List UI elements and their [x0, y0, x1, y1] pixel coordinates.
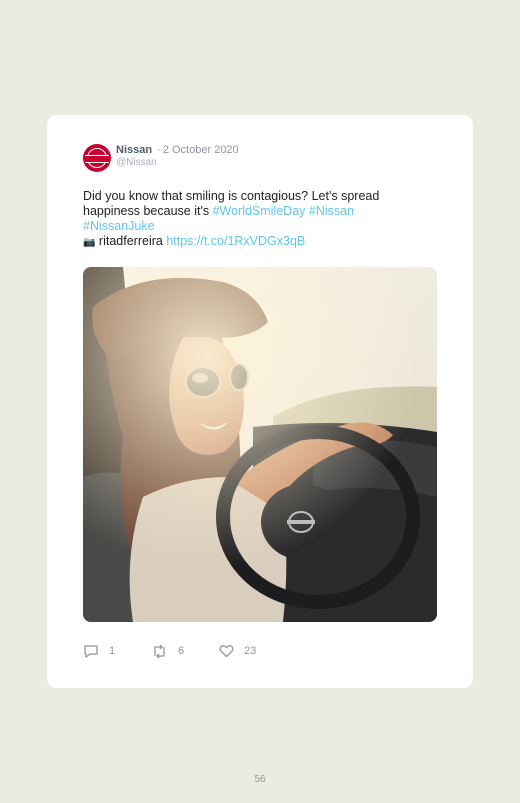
like-button[interactable]: 23	[219, 644, 256, 658]
tweet-actions: 1 6 23	[83, 643, 256, 659]
tweet-header: Nissan · 2 October 2020	[116, 144, 239, 156]
page-number: 56	[254, 774, 266, 785]
woman-driving-photo[interactable]	[83, 267, 437, 622]
retweet-icon	[154, 644, 165, 658]
text-line-2: happiness because it's	[83, 204, 213, 218]
reply-icon	[84, 644, 98, 658]
tweet-date[interactable]: 2 October 2020	[163, 144, 239, 156]
tweet-card: Nissan · 2 October 2020 @Nissan Did you k…	[47, 115, 473, 688]
hashtag-nissanjuke[interactable]: #NissanJuke	[83, 219, 155, 233]
like-count: 23	[244, 645, 257, 657]
nissan-logo-icon[interactable]	[83, 144, 111, 172]
retweet-button[interactable]: 6	[151, 644, 219, 659]
author-name[interactable]: Nissan	[116, 144, 152, 156]
author-handle[interactable]: @Nissan	[116, 157, 157, 168]
reply-count: 1	[109, 645, 116, 657]
hashtag-nissan[interactable]: #Nissan	[309, 204, 354, 218]
text-line-1: Did you know that smiling is contagious?…	[83, 189, 380, 203]
photo-credit: ritadferreira	[95, 234, 167, 248]
tweet-link[interactable]: https://t.co/1RxVDGx3qB	[166, 234, 305, 248]
hashtag-worldsmileday[interactable]: #WorldSmileDay	[213, 204, 306, 218]
heart-icon	[219, 645, 234, 658]
retweet-count: 6	[178, 645, 185, 657]
reply-button[interactable]: 1	[83, 644, 151, 659]
tweet-text: Did you know that smiling is contagious?…	[83, 189, 423, 250]
separator: ·	[157, 144, 161, 156]
camera-icon: 📷	[83, 237, 96, 248]
